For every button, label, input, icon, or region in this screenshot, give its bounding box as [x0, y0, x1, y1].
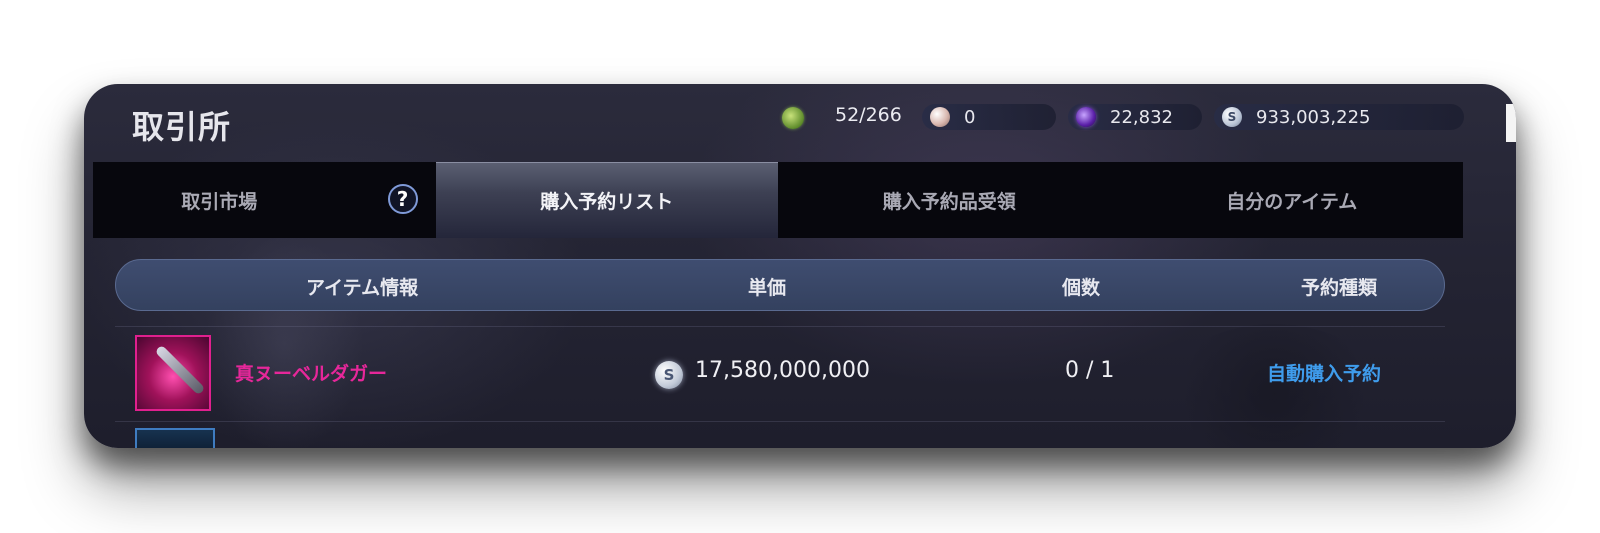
- dagger-blade: [154, 344, 206, 396]
- tab-marketplace[interactable]: 取引市場 ?: [93, 162, 436, 238]
- pearl-balance: 0: [922, 104, 1056, 130]
- header-unit-price: 単価: [748, 277, 787, 299]
- window-edge-handle: [1506, 104, 1516, 142]
- table-header: アイテム情報 単価 個数 予約種類: [115, 259, 1445, 311]
- window-title: 取引所: [132, 108, 232, 146]
- tab-reserved-item-receipt[interactable]: 購入予約品受領: [778, 162, 1121, 238]
- silver-amount: 933,003,225: [1256, 106, 1371, 128]
- help-icon[interactable]: ?: [387, 184, 418, 214]
- marketplace-window: 取引所 52/266 0 22,832 S 933,003,225 取引市場 ?…: [84, 84, 1516, 448]
- reservation-type[interactable]: 自動購入予約: [1267, 359, 1381, 386]
- tab-my-items[interactable]: 自分のアイテム: [1121, 162, 1464, 238]
- tab-bar: 取引市場 ? 購入予約リスト 購入予約品受領 自分のアイテム: [93, 162, 1463, 238]
- crystal-balance: 22,832: [1068, 104, 1202, 130]
- tab-label: 自分のアイテム: [1226, 190, 1358, 213]
- tab-purchase-reservation-list[interactable]: 購入予約リスト: [435, 162, 778, 238]
- header-quantity: 個数: [1062, 277, 1101, 299]
- table-row[interactable]: 真ヌーベルダガー S 17,580,000,000 0 / 1 自動購入予約: [115, 326, 1445, 422]
- tab-label: 購入予約リスト: [540, 191, 674, 213]
- header-reservation-type: 予約種類: [1301, 277, 1378, 299]
- silver-coin-icon: S: [655, 361, 683, 389]
- header-item-info: アイテム情報: [306, 277, 419, 299]
- crystal-icon: [1076, 107, 1096, 127]
- silver-balance: S 933,003,225: [1214, 104, 1464, 130]
- quantity: 0 / 1: [1065, 358, 1115, 383]
- crystal-amount: 22,832: [1110, 106, 1173, 128]
- item-name[interactable]: 真ヌーベルダガー: [235, 359, 387, 386]
- pearl-amount: 0: [964, 106, 976, 128]
- pearl-icon: [930, 107, 950, 127]
- energy-count: 52/266: [835, 104, 902, 126]
- dagger-icon[interactable]: [135, 335, 211, 411]
- tab-label: 購入予約品受領: [882, 190, 1016, 213]
- unit-price: 17,580,000,000: [695, 358, 870, 383]
- next-item-icon[interactable]: [135, 428, 215, 448]
- silver-coin-icon: S: [1222, 107, 1242, 127]
- energy-icon: [782, 107, 804, 129]
- tab-label: 取引市場: [181, 190, 258, 213]
